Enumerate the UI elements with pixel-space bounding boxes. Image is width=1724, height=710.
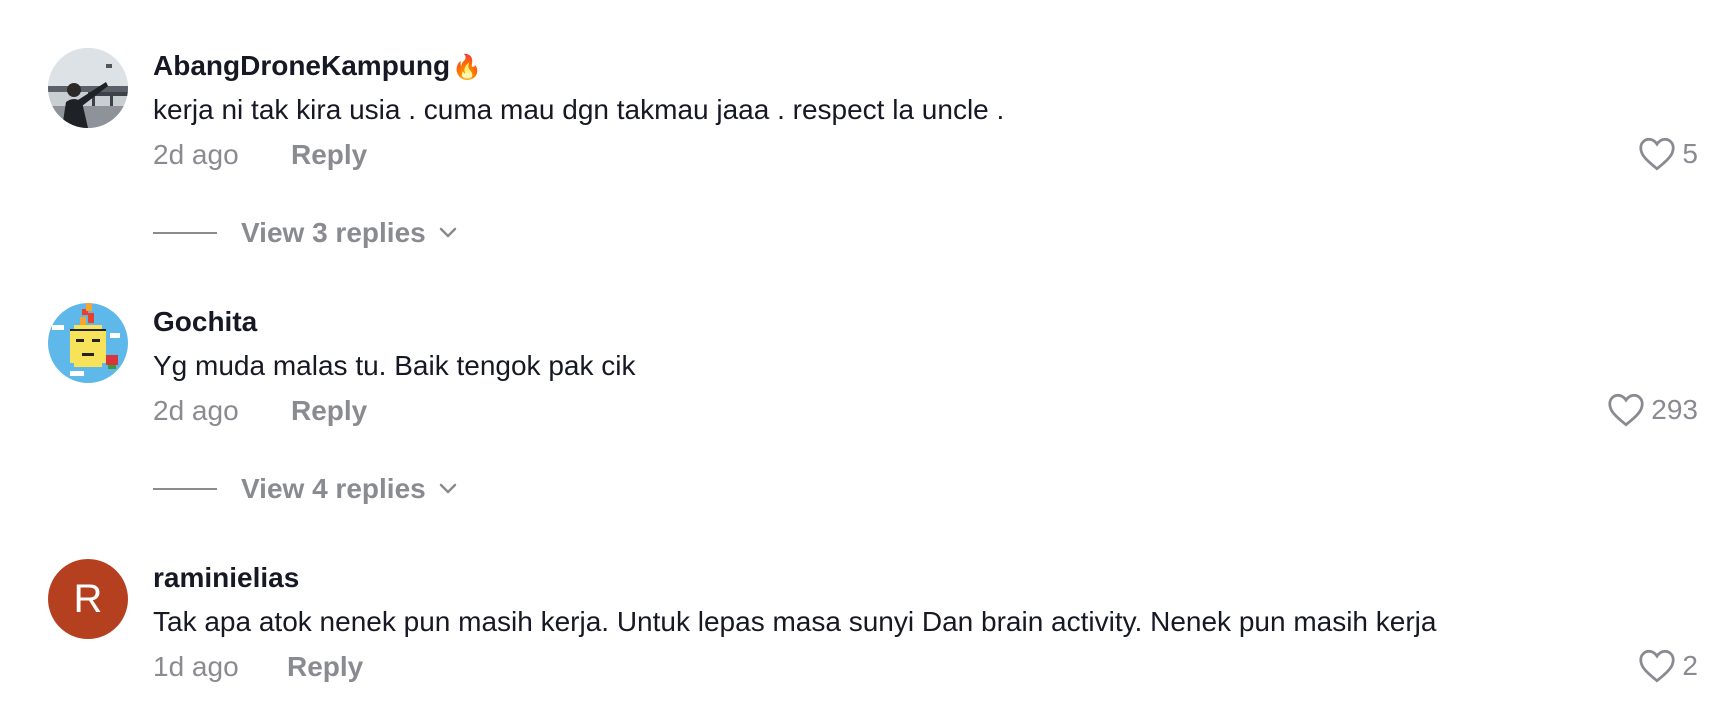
- comment-timestamp: 2d ago: [153, 139, 239, 170]
- avatar-pixel-art: [48, 303, 128, 383]
- reply-button[interactable]: Reply: [287, 651, 363, 683]
- view-replies-label: View 4 replies: [241, 473, 426, 504]
- avatar[interactable]: [48, 303, 128, 383]
- like-button[interactable]: 2: [1638, 649, 1698, 683]
- avatar[interactable]: R: [48, 559, 128, 639]
- avatar[interactable]: [48, 48, 128, 128]
- heart-icon: [1639, 649, 1676, 683]
- comment-text: kerja ni tak kira usia . cuma mau dgn ta…: [153, 94, 1005, 125]
- like-button[interactable]: 293: [1607, 393, 1698, 427]
- divider-line: [153, 488, 217, 490]
- like-count: 2: [1682, 650, 1698, 681]
- heart-icon: [1608, 393, 1644, 427]
- chevron-down-icon: [439, 483, 456, 494]
- chevron-down-icon: [439, 227, 456, 238]
- fire-emoji-icon: 🔥: [452, 54, 482, 81]
- heart-icon: [1639, 137, 1676, 171]
- view-replies-button[interactable]: View 4 replies: [153, 473, 458, 505]
- like-count: 5: [1682, 138, 1698, 169]
- like-button[interactable]: 5: [1638, 137, 1698, 171]
- comment-timestamp: 1d ago: [153, 651, 239, 682]
- comment-text: Yg muda malas tu. Baik tengok pak cik: [153, 350, 636, 381]
- comment-username[interactable]: Gochita: [153, 306, 257, 338]
- avatar-photo: [48, 48, 128, 128]
- comment-timestamp: 2d ago: [153, 395, 239, 426]
- comment-username[interactable]: raminielias: [153, 562, 299, 594]
- view-replies-label: View 3 replies: [241, 217, 426, 248]
- comment-text: Tak apa atok nenek pun masih kerja. Untu…: [153, 606, 1437, 637]
- divider-line: [153, 232, 217, 234]
- username-text[interactable]: AbangDroneKampung: [153, 50, 450, 81]
- reply-button[interactable]: Reply: [291, 139, 367, 171]
- comment-username[interactable]: AbangDroneKampung🔥: [153, 50, 482, 82]
- like-count: 293: [1651, 394, 1698, 425]
- view-replies-button[interactable]: View 3 replies: [153, 217, 458, 249]
- avatar-initial: R: [73, 576, 103, 621]
- reply-button[interactable]: Reply: [291, 395, 367, 427]
